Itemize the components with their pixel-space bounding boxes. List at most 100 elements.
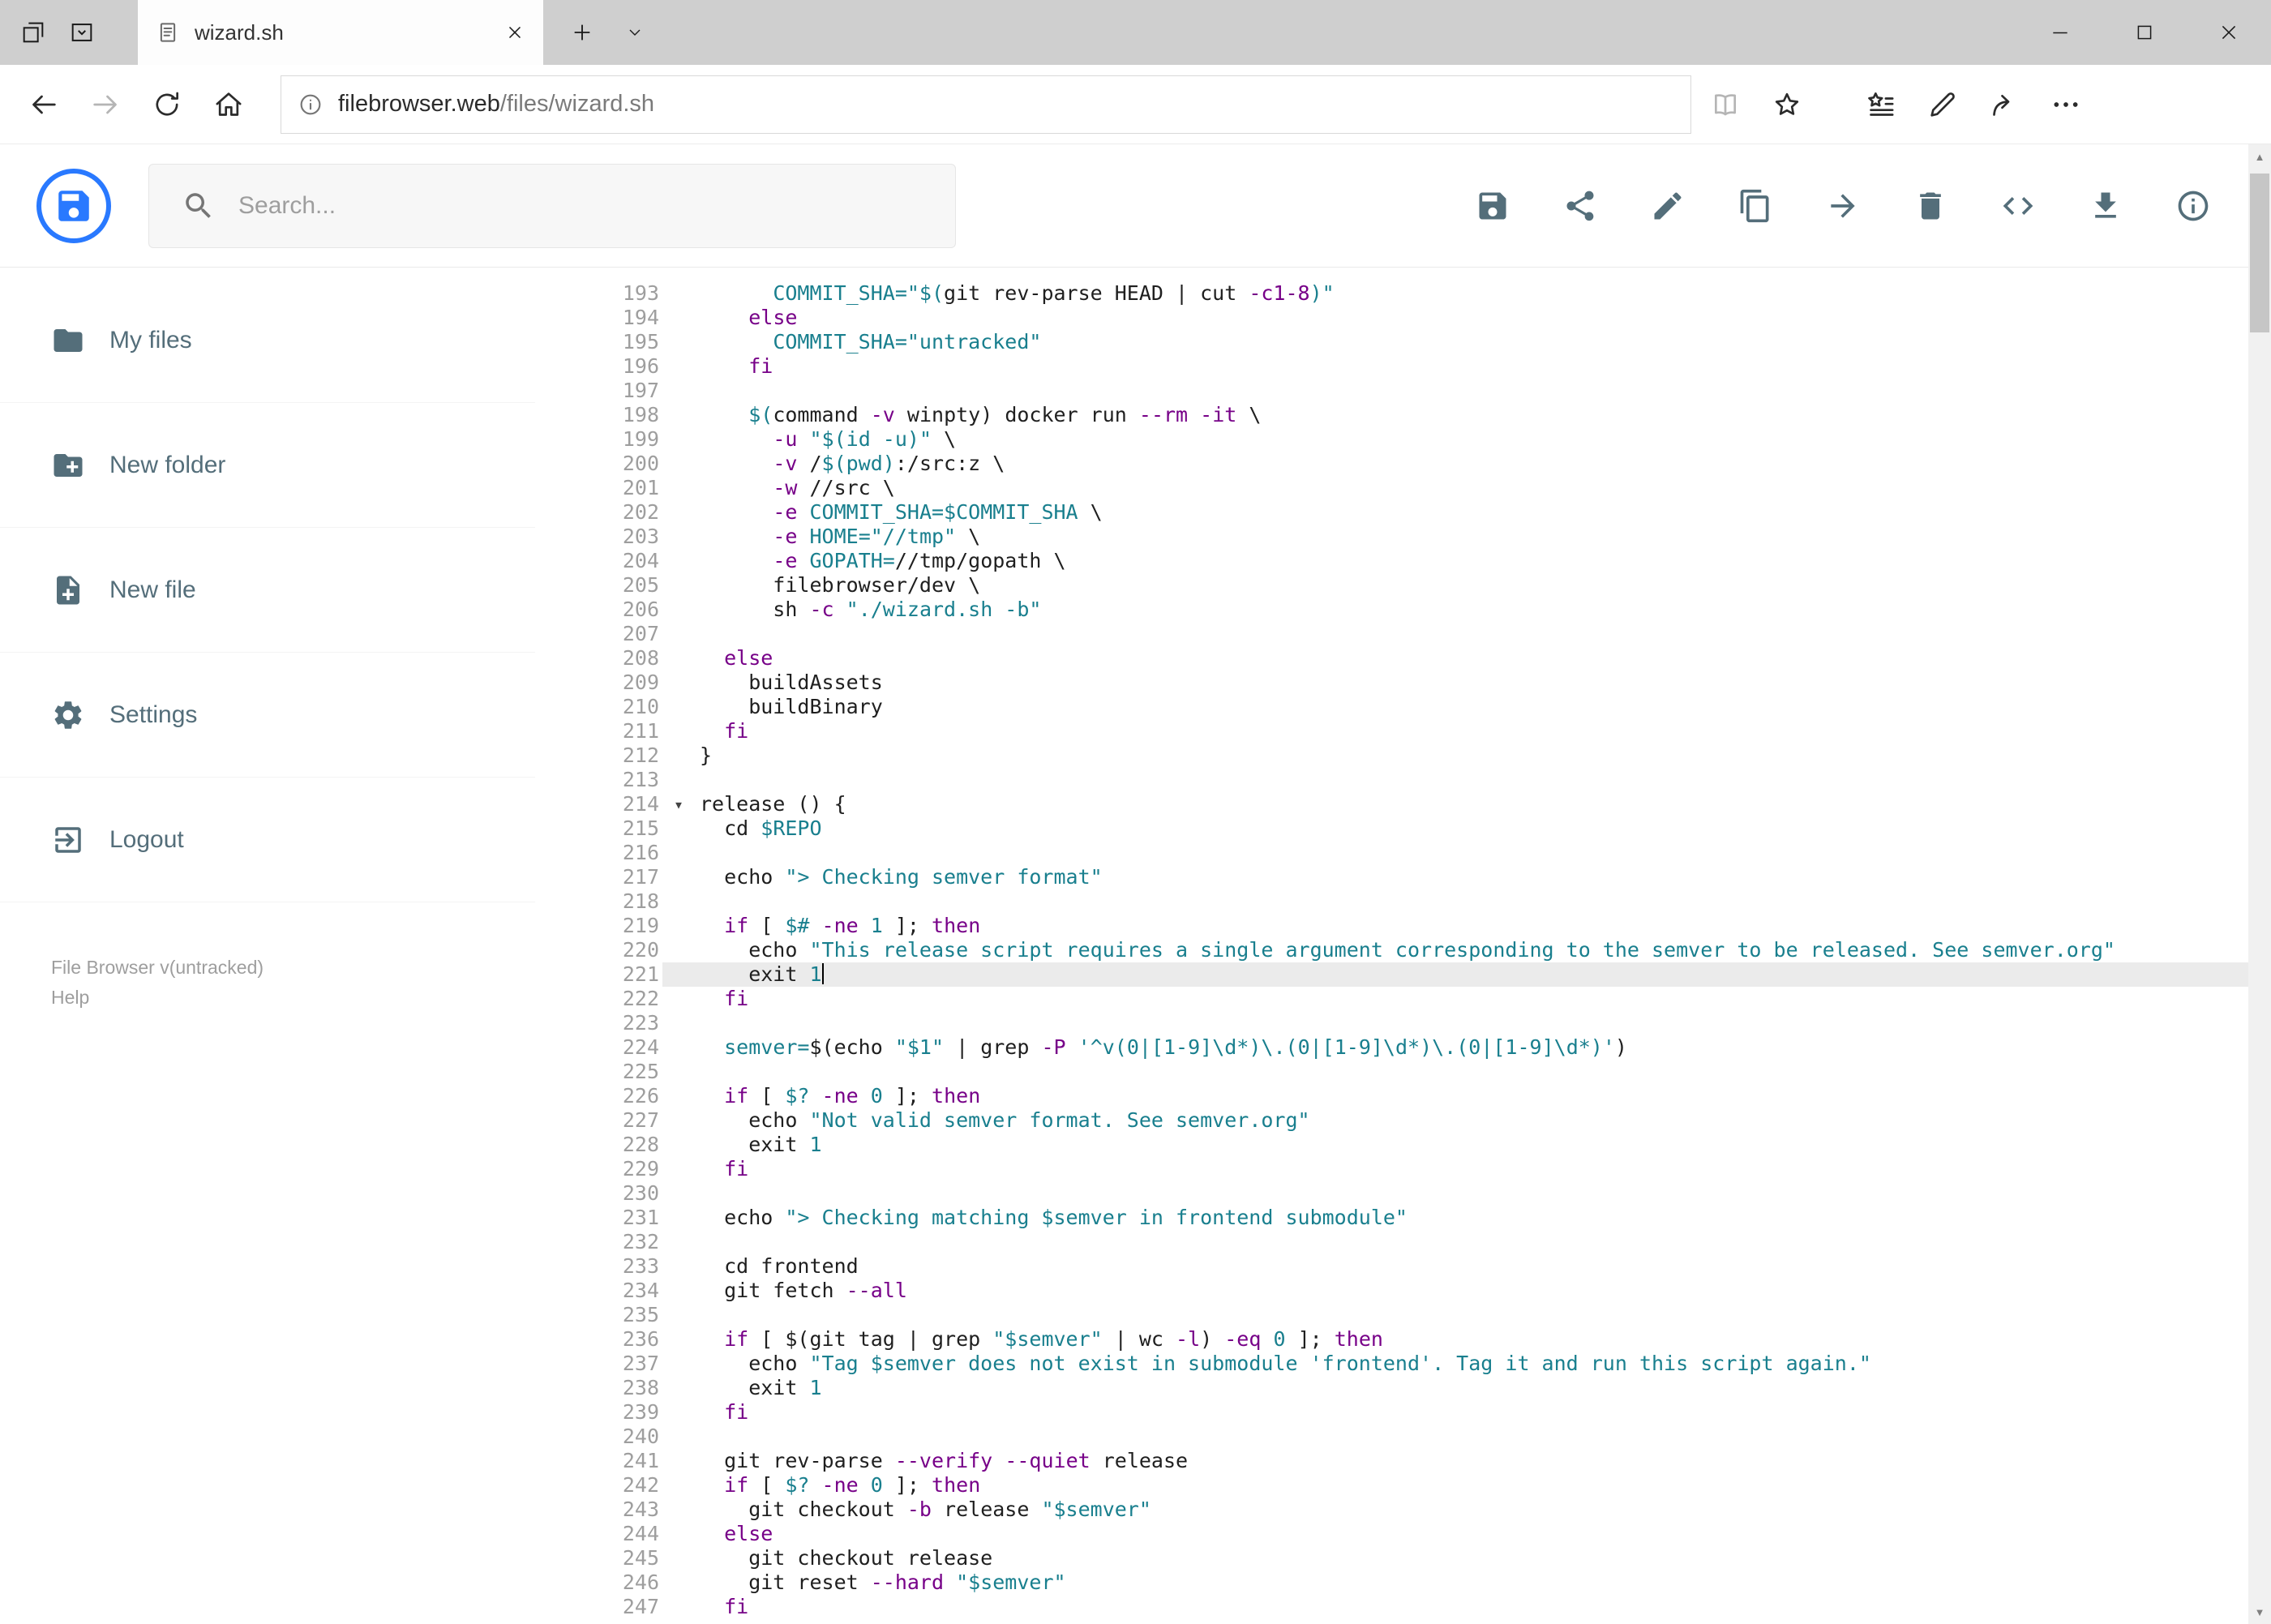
- code-line[interactable]: 194 else: [535, 306, 2248, 330]
- favorite-button[interactable]: [1756, 74, 1818, 135]
- code-line[interactable]: 224 semver=$(echo "$1" | grep -P '^v(0|[…: [535, 1035, 2248, 1060]
- code-line[interactable]: 243 git checkout -b release "$semver": [535, 1498, 2248, 1522]
- code-line[interactable]: 213: [535, 768, 2248, 792]
- code-line[interactable]: 242 if [ $? -ne 0 ]; then: [535, 1473, 2248, 1498]
- more-button[interactable]: [2035, 74, 2097, 135]
- code-line[interactable]: 199 -u "$(id -u)" \: [535, 427, 2248, 452]
- sidebar-item-new-folder[interactable]: New folder: [0, 403, 535, 528]
- code-line[interactable]: 200 -v /$(pwd):/src:z \: [535, 452, 2248, 476]
- code-line[interactable]: 246 git reset --hard "$semver": [535, 1570, 2248, 1595]
- code-line[interactable]: 245 git checkout release: [535, 1546, 2248, 1570]
- code-line[interactable]: 239 fi: [535, 1400, 2248, 1425]
- code-line[interactable]: 240: [535, 1425, 2248, 1449]
- maximize-button[interactable]: [2102, 0, 2187, 65]
- scrollbar-thumb[interactable]: [2250, 174, 2269, 332]
- delete-button[interactable]: [1913, 188, 1948, 224]
- reading-view-button[interactable]: [1695, 74, 1756, 135]
- tab-close-button[interactable]: [504, 22, 525, 43]
- code-line[interactable]: 210 buildBinary: [535, 695, 2248, 719]
- filebrowser-logo[interactable]: [36, 168, 111, 243]
- code-line[interactable]: 226 if [ $? -ne 0 ]; then: [535, 1084, 2248, 1108]
- code-line[interactable]: 215 cd $REPO: [535, 816, 2248, 841]
- scroll-down-icon[interactable]: ▼: [2248, 1600, 2271, 1624]
- minimize-button[interactable]: [2018, 0, 2102, 65]
- code-line[interactable]: 225: [535, 1060, 2248, 1084]
- code-line[interactable]: 247 fi: [535, 1595, 2248, 1619]
- code-line[interactable]: 211 fi: [535, 719, 2248, 743]
- save-button[interactable]: [1475, 188, 1510, 224]
- download-button[interactable]: [2088, 188, 2123, 224]
- code-line[interactable]: 220 echo "This release script requires a…: [535, 938, 2248, 962]
- refresh-button[interactable]: [136, 74, 198, 135]
- code-line[interactable]: 202 -e COMMIT_SHA=$COMMIT_SHA \: [535, 500, 2248, 525]
- code-line[interactable]: 241 git rev-parse --verify --quiet relea…: [535, 1449, 2248, 1473]
- code-line[interactable]: 236 if [ $(git tag | grep "$semver" | wc…: [535, 1327, 2248, 1352]
- code-line[interactable]: 195 COMMIT_SHA="untracked": [535, 330, 2248, 354]
- sidebar-item-new-file[interactable]: New file: [0, 528, 535, 653]
- search-bar[interactable]: [148, 163, 956, 248]
- page-scrollbar[interactable]: ▲ ▼: [2248, 144, 2271, 1624]
- back-button[interactable]: [13, 74, 75, 135]
- sidebar-item-my-files[interactable]: My files: [0, 278, 535, 403]
- url-bar[interactable]: filebrowser.web/files/wizard.sh: [281, 75, 1691, 134]
- new-tab-button[interactable]: [558, 0, 606, 65]
- code-line[interactable]: 229 fi: [535, 1157, 2248, 1181]
- hub-button[interactable]: [1850, 74, 1912, 135]
- sidebar-item-settings[interactable]: Settings: [0, 653, 535, 778]
- code-line[interactable]: 238 exit 1: [535, 1376, 2248, 1400]
- code-line[interactable]: 222 fi: [535, 987, 2248, 1011]
- code-line[interactable]: 204 -e GOPATH=//tmp/gopath \: [535, 549, 2248, 573]
- code-line[interactable]: 219 if [ $# -ne 1 ]; then: [535, 914, 2248, 938]
- code-line[interactable]: 228 exit 1: [535, 1133, 2248, 1157]
- code-line[interactable]: 235: [535, 1303, 2248, 1327]
- code-editor[interactable]: 193 COMMIT_SHA="$(git rev-parse HEAD | c…: [535, 268, 2248, 1624]
- tab-list-button[interactable]: [615, 0, 655, 65]
- sidebar-item-logout[interactable]: Logout: [0, 778, 535, 902]
- web-note-button[interactable]: [1912, 74, 1973, 135]
- forward-button[interactable]: [75, 74, 136, 135]
- search-input[interactable]: [238, 191, 903, 220]
- code-line[interactable]: 197: [535, 379, 2248, 403]
- code-line[interactable]: 244 else: [535, 1522, 2248, 1546]
- code-line[interactable]: 227 echo "Not valid semver format. See s…: [535, 1108, 2248, 1133]
- code-line[interactable]: 193 COMMIT_SHA="$(git rev-parse HEAD | c…: [535, 281, 2248, 306]
- code-line[interactable]: 232: [535, 1230, 2248, 1254]
- code-line[interactable]: 201 -w //src \: [535, 476, 2248, 500]
- help-link[interactable]: Help: [51, 983, 535, 1013]
- copy-button[interactable]: [1738, 188, 1773, 224]
- code-line[interactable]: 221 exit 1: [535, 962, 2248, 987]
- code-line[interactable]: 231 echo "> Checking matching $semver in…: [535, 1206, 2248, 1230]
- code-line[interactable]: 218: [535, 889, 2248, 914]
- code-line[interactable]: 223: [535, 1011, 2248, 1035]
- fold-marker-icon[interactable]: ▾: [662, 792, 695, 816]
- tabs-aside-button[interactable]: [19, 19, 47, 46]
- code-line[interactable]: 205 filebrowser/dev \: [535, 573, 2248, 598]
- code-line[interactable]: 230: [535, 1181, 2248, 1206]
- browser-tab[interactable]: wizard.sh: [138, 0, 543, 65]
- share-file-button[interactable]: [1562, 188, 1598, 224]
- tab-preview-button[interactable]: [68, 19, 96, 46]
- move-button[interactable]: [1825, 188, 1861, 224]
- code-line[interactable]: 209 buildAssets: [535, 671, 2248, 695]
- site-info-icon[interactable]: [298, 92, 324, 118]
- code-line[interactable]: 217 echo "> Checking semver format": [535, 865, 2248, 889]
- file-info-button[interactable]: [2175, 188, 2211, 224]
- code-line[interactable]: 233 cd frontend: [535, 1254, 2248, 1279]
- close-button[interactable]: [2187, 0, 2271, 65]
- home-button[interactable]: [198, 74, 259, 135]
- code-line[interactable]: 237 echo "Tag $semver does not exist in …: [535, 1352, 2248, 1376]
- code-line[interactable]: 216: [535, 841, 2248, 865]
- code-line[interactable]: 234 git fetch --all: [535, 1279, 2248, 1303]
- code-line[interactable]: 203 -e HOME="//tmp" \: [535, 525, 2248, 549]
- code-line[interactable]: 214 ▾ release () {: [535, 792, 2248, 816]
- scroll-up-icon[interactable]: ▲: [2248, 144, 2271, 169]
- code-line[interactable]: 212}: [535, 743, 2248, 768]
- raw-code-button[interactable]: [2000, 188, 2036, 224]
- code-line[interactable]: 198 $(command -v winpty) docker run --rm…: [535, 403, 2248, 427]
- code-line[interactable]: 206 sh -c "./wizard.sh -b": [535, 598, 2248, 622]
- code-line[interactable]: 196 fi: [535, 354, 2248, 379]
- share-button[interactable]: [1973, 74, 2035, 135]
- code-line[interactable]: 208 else: [535, 646, 2248, 671]
- rename-button[interactable]: [1650, 188, 1686, 224]
- code-line[interactable]: 207: [535, 622, 2248, 646]
